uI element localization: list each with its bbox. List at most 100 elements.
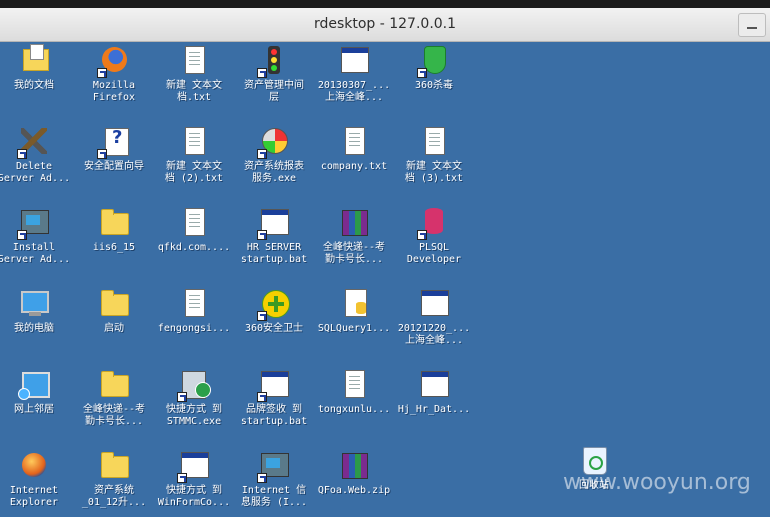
desktop-icon-label: QFoa.Web.zip	[317, 485, 391, 496]
desktop-icon-attendance-rar[interactable]: 全峰快递--考 勤卡号长...	[314, 206, 394, 266]
wizard-icon	[97, 125, 131, 159]
desktop-icon-label: Hj_Hr_Dat...	[397, 404, 471, 415]
desktop-icon-fengongsi[interactable]: fengongsi...	[154, 287, 234, 335]
desktop-icon-internet-explorer[interactable]: Internet Explorer	[0, 449, 74, 509]
setup-icon	[177, 368, 211, 402]
desktop-icon-iis6-15[interactable]: iis6_15	[74, 206, 154, 254]
desktop-icon-plsql[interactable]: PLSQL Developer	[394, 206, 474, 266]
desktop-icon-qfoa-zip[interactable]: QFoa.Web.zip	[314, 449, 394, 497]
desktop-icon-label: Delete Server Ad...	[0, 161, 71, 184]
desktop-icon-startup[interactable]: 启动	[74, 287, 154, 335]
batch-file-icon	[257, 206, 291, 240]
desktop-icon-label: 网上邻居	[14, 404, 54, 415]
desktop-icon-label: iis6_15	[92, 242, 136, 253]
window-titlebar: rdesktop - 127.0.0.1	[0, 8, 770, 42]
desktop-icon-stmmc-shortcut[interactable]: 快捷方式 到 STMMC.exe	[154, 368, 234, 428]
desktop-icon-text-file[interactable]: 新建 文本文 档.txt	[154, 44, 234, 104]
desktop-icon-delete-server[interactable]: Delete Server Ad...	[0, 125, 74, 185]
window-file-icon	[417, 287, 451, 321]
desktop-icon-label: 20130307_... 上海全峰...	[317, 80, 391, 103]
desktop-icon-label: 新建 文本文 档 (3).txt	[404, 161, 464, 184]
watermark-text: www.wooyun.org	[563, 470, 751, 495]
desktop-icon-sqlquery[interactable]: SQLQuery1...	[314, 287, 394, 335]
desktop: 我的文档 Mozilla Firefox 新建 文本文 档.txt 资产管理中间…	[0, 42, 770, 517]
desktop-icon-20130307[interactable]: 20130307_... 上海全峰...	[314, 44, 394, 104]
desktop-icon-label: 360安全卫士	[244, 323, 304, 334]
desktop-icon-label: 新建 文本文 档 (2).txt	[164, 161, 224, 184]
360-antivirus-icon	[417, 44, 451, 78]
desktop-icon-hj-hr-dat[interactable]: Hj_Hr_Dat...	[394, 368, 474, 416]
desktop-icon-text-file-2[interactable]: 新建 文本文 档 (2).txt	[154, 125, 234, 185]
desktop-icon-security-wizard[interactable]: 安全配置向导	[74, 125, 154, 173]
desktop-icon-label: PLSQL Developer	[406, 242, 462, 265]
desktop-icon-360-antivirus[interactable]: 360杀毒	[394, 44, 474, 92]
text-file-icon	[337, 125, 371, 159]
desktop-icon-company-txt[interactable]: company.txt	[314, 125, 394, 173]
desktop-icon-label: 我的电脑	[14, 323, 54, 334]
application-icon	[177, 449, 211, 483]
desktop-icon-label: Internet Explorer	[9, 485, 59, 508]
installer-icon	[17, 206, 51, 240]
desktop-icon-asset-system-folder[interactable]: 资产系统 _01_12升...	[74, 449, 154, 509]
desktop-icon-hr-server[interactable]: HR SERVER startup.bat	[234, 206, 314, 266]
text-file-icon	[177, 44, 211, 78]
folder-icon	[97, 287, 131, 321]
desktop-icon-my-computer[interactable]: 我的电脑	[0, 287, 74, 335]
text-file-icon	[177, 287, 211, 321]
internet-explorer-icon	[17, 449, 51, 483]
desktop-icon-label: Internet 信 息服务 (I...	[240, 485, 308, 508]
firefox-icon	[97, 44, 131, 78]
database-icon	[417, 206, 451, 240]
desktop-icon-my-documents[interactable]: 我的文档	[0, 44, 74, 92]
traffic-light-icon	[257, 44, 291, 78]
desktop-icon-brand-signin[interactable]: 品牌签收 到 startup.bat	[234, 368, 314, 428]
desktop-icon-label: 安全配置向导	[84, 161, 144, 172]
desktop-icon-label: 快捷方式 到 WinFormCo...	[157, 485, 231, 508]
my-computer-icon	[17, 287, 51, 321]
desktop-icon-label: 全峰快递--考 勤卡号长...	[82, 404, 146, 427]
text-file-icon	[337, 368, 371, 402]
text-file-icon	[177, 206, 211, 240]
desktop-icon-label: 启动	[104, 323, 124, 334]
desktop-icon-label: tongxunlu...	[317, 404, 391, 415]
desktop-icon-label: 我的文档	[14, 80, 54, 91]
desktop-icon-label: 品牌签收 到 startup.bat	[240, 404, 308, 427]
desktop-icon-label: 20121220_... 上海全峰...	[397, 323, 471, 346]
desktop-icon-label: 资产系统 _01_12升...	[81, 485, 147, 508]
desktop-icon-label: HR SERVER startup.bat	[240, 242, 308, 265]
my-documents-icon	[17, 44, 51, 78]
tools-icon	[17, 125, 51, 159]
rar-icon	[337, 206, 371, 240]
desktop-icon-asset-report[interactable]: 资产系统报表 服务.exe	[234, 125, 314, 185]
desktop-icon-label: fengongsi...	[157, 323, 231, 334]
desktop-icon-text-file-3[interactable]: 新建 文本文 档 (3).txt	[394, 125, 474, 185]
desktop-icon-firefox[interactable]: Mozilla Firefox	[74, 44, 154, 104]
360-safeguard-icon	[257, 287, 291, 321]
desktop-icon-label: company.txt	[320, 161, 388, 172]
text-file-icon	[177, 125, 211, 159]
iis-icon	[257, 449, 291, 483]
desktop-icon-label: Mozilla Firefox	[92, 80, 136, 103]
window-file-icon	[417, 368, 451, 402]
desktop-icon-tongxunlu[interactable]: tongxunlu...	[314, 368, 394, 416]
folder-icon	[97, 206, 131, 240]
folder-icon	[97, 449, 131, 483]
window-file-icon	[337, 44, 371, 78]
desktop-icon-20121220[interactable]: 20121220_... 上海全峰...	[394, 287, 474, 347]
desktop-icon-qfkd[interactable]: qfkd.com....	[154, 206, 234, 254]
desktop-icon-network-places[interactable]: 网上邻居	[0, 368, 74, 416]
desktop-icon-install-server[interactable]: Install Server Ad...	[0, 206, 74, 266]
desktop-icon-asset-middleware[interactable]: 资产管理中间 层	[234, 44, 314, 104]
desktop-icon-attendance-folder[interactable]: 全峰快递--考 勤卡号长...	[74, 368, 154, 428]
desktop-icon-winformco-shortcut[interactable]: 快捷方式 到 WinFormCo...	[154, 449, 234, 509]
desktop-icon-iis-manager[interactable]: Internet 信 息服务 (I...	[234, 449, 314, 509]
text-file-icon	[417, 125, 451, 159]
desktop-icon-360-safeguard[interactable]: 360安全卫士	[234, 287, 314, 335]
sql-file-icon	[337, 287, 371, 321]
batch-file-icon	[257, 368, 291, 402]
desktop-icon-label: 快捷方式 到 STMMC.exe	[165, 404, 223, 427]
desktop-icon-label: 资产系统报表 服务.exe	[244, 161, 304, 184]
minimize-button[interactable]	[738, 13, 766, 37]
gauge-icon	[257, 125, 291, 159]
desktop-icon-label: 新建 文本文 档.txt	[165, 80, 223, 103]
